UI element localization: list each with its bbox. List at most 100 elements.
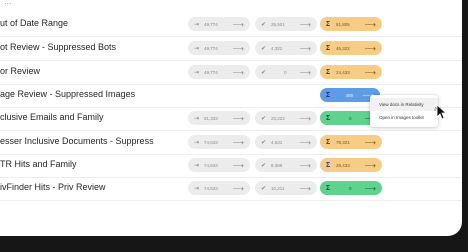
right-arrow-icon: ⟶ bbox=[232, 183, 244, 193]
right-arrow-icon: ⟶ bbox=[299, 43, 311, 53]
sigma-icon: Σ bbox=[326, 138, 331, 146]
check-count: 8,399 bbox=[271, 162, 283, 168]
login-arrow-icon: ⇥ bbox=[194, 21, 200, 28]
table-row[interactable]: ot Review - Suppressed Bots ⇥ 49,774 ⟶ ✔… bbox=[0, 37, 462, 61]
table-row[interactable]: TR Hits and Family ⇥ 74,633 ⟶ ✔ 8,399 ⟶ … bbox=[0, 154, 462, 178]
source-count-pill[interactable]: ⇥ 49,774 ⟶ bbox=[188, 65, 250, 79]
check-count: 10,211 bbox=[271, 185, 285, 191]
right-arrow-icon: ⟶ bbox=[232, 160, 244, 170]
source-count: 74,633 bbox=[204, 139, 218, 145]
right-arrow-icon: ⟶ bbox=[364, 67, 376, 77]
row-name: age Review - Suppressed Images bbox=[0, 89, 136, 99]
result-count-pill[interactable]: Σ 78,321 ⟶ bbox=[320, 135, 382, 149]
right-arrow-icon: ⟶ bbox=[364, 183, 376, 193]
mouse-pointer-icon bbox=[436, 104, 448, 120]
right-arrow-icon: ⟶ bbox=[299, 113, 311, 123]
sigma-icon: Σ bbox=[326, 68, 331, 76]
source-count: 74,633 bbox=[204, 185, 218, 191]
login-arrow-icon: ⇥ bbox=[194, 162, 200, 169]
login-arrow-icon: ⇥ bbox=[194, 139, 200, 146]
table-panel: ... ut of Date Range ⇥ 49,774 ⟶ ✔ 25,501… bbox=[0, 0, 462, 236]
source-count: 81,333 bbox=[204, 115, 218, 121]
result-count-pill[interactable]: Σ 0 ⟶ bbox=[320, 181, 382, 195]
sigma-icon: Σ bbox=[326, 20, 331, 28]
checkmark-icon: ✔ bbox=[261, 45, 267, 52]
row-name: ivFinder Hits - Priv Review bbox=[0, 182, 106, 192]
right-arrow-icon: ⟶ bbox=[232, 19, 244, 29]
right-arrow-icon: ⟶ bbox=[364, 19, 376, 29]
source-count-pill[interactable]: ⇥ 74,633 ⟶ bbox=[188, 158, 250, 172]
check-count: 4,531 bbox=[271, 139, 283, 145]
check-count-pill[interactable]: ✔ 4,322 ⟶ bbox=[255, 41, 317, 55]
check-count-pill[interactable]: ✔ 4,531 ⟶ bbox=[255, 135, 317, 149]
source-count-pill[interactable]: ⇥ 74,633 ⟶ bbox=[188, 181, 250, 195]
row-name: ut of Date Range bbox=[0, 18, 69, 28]
right-arrow-icon: ⟶ bbox=[299, 67, 311, 77]
result-count: 45,322 bbox=[336, 45, 350, 51]
row-name: TR Hits and Family bbox=[0, 159, 77, 169]
table-row[interactable]: esser Inclusive Documents - Suppress ⇥ 7… bbox=[0, 131, 462, 155]
login-arrow-icon: ⇥ bbox=[194, 69, 200, 76]
check-count-pill[interactable]: ✔ 10,211 ⟶ bbox=[255, 181, 317, 195]
checkmark-icon: ✔ bbox=[261, 21, 267, 28]
source-count: 74,633 bbox=[204, 162, 218, 168]
check-count: 23,222 bbox=[271, 115, 285, 121]
right-arrow-icon: ⟶ bbox=[364, 43, 376, 53]
table-row[interactable]: ivFinder Hits - Priv Review ⇥ 74,633 ⟶ ✔… bbox=[0, 177, 462, 201]
table-row[interactable]: ut of Date Range ⇥ 49,774 ⟶ ✔ 25,501 ⟶ Σ… bbox=[0, 13, 462, 37]
result-count: 0 bbox=[349, 185, 352, 191]
checkmark-icon: ✔ bbox=[261, 139, 267, 146]
sigma-icon: Σ bbox=[326, 161, 331, 169]
login-arrow-icon: ⇥ bbox=[194, 115, 200, 122]
sigma-icon: Σ bbox=[326, 184, 331, 192]
sigma-icon: Σ bbox=[326, 91, 331, 99]
right-arrow-icon: ⟶ bbox=[299, 137, 311, 147]
row-name: ot Review - Suppressed Bots bbox=[0, 42, 117, 52]
row-name: esser Inclusive Documents - Suppress bbox=[0, 136, 154, 146]
checkmark-icon: ✔ bbox=[261, 185, 267, 192]
result-count-pill[interactable]: Σ 81,805 ⟶ bbox=[320, 17, 382, 31]
right-arrow-icon: ⟶ bbox=[299, 160, 311, 170]
row-name: clusive Emails and Family bbox=[0, 112, 104, 122]
table-row[interactable]: or Review ⇥ 49,774 ⟶ ✔ 0 ⟶ Σ 24,433 ⟶ bbox=[0, 61, 462, 85]
right-arrow-icon: ⟶ bbox=[299, 19, 311, 29]
sigma-icon: Σ bbox=[326, 114, 331, 122]
result-count: 78,321 bbox=[336, 139, 350, 145]
checkmark-icon: ✔ bbox=[261, 69, 267, 76]
right-arrow-icon: ⟶ bbox=[232, 67, 244, 77]
sigma-icon: Σ bbox=[326, 44, 331, 52]
check-count: 0 bbox=[284, 69, 287, 75]
row-name: or Review bbox=[0, 66, 41, 76]
source-count-pill[interactable]: ⇥ 49,774 ⟶ bbox=[188, 17, 250, 31]
result-count: 81,805 bbox=[336, 21, 350, 27]
result-count: 29,433 bbox=[336, 162, 350, 168]
result-count-pill[interactable]: Σ 29,433 ⟶ bbox=[320, 158, 382, 172]
check-count: 4,322 bbox=[271, 45, 283, 51]
right-arrow-icon: ⟶ bbox=[299, 183, 311, 193]
result-count: 489 bbox=[345, 92, 354, 98]
check-count-pill[interactable]: ✔ 8,399 ⟶ bbox=[255, 158, 317, 172]
source-count: 49,774 bbox=[204, 21, 218, 27]
right-arrow-icon: ⟶ bbox=[232, 43, 244, 53]
source-count: 49,774 bbox=[204, 45, 218, 51]
truncated-header: ... bbox=[4, 0, 12, 6]
menu-item-view-docs-in-relativity[interactable]: View docs in Relativity bbox=[370, 98, 438, 111]
check-count: 25,501 bbox=[271, 21, 285, 27]
result-count-pill[interactable]: Σ 45,322 ⟶ bbox=[320, 41, 382, 55]
source-count-pill[interactable]: ⇥ 81,333 ⟶ bbox=[188, 111, 250, 125]
menu-item-open-in-images-toolkit[interactable]: Open in Images toolkit bbox=[370, 111, 438, 124]
checkmark-icon: ✔ bbox=[261, 115, 267, 122]
right-arrow-icon: ⟶ bbox=[232, 137, 244, 147]
check-count-pill[interactable]: ✔ 0 ⟶ bbox=[255, 65, 317, 79]
result-count: 0 bbox=[349, 115, 352, 121]
right-arrow-icon: ⟶ bbox=[364, 160, 376, 170]
source-count-pill[interactable]: ⇥ 49,774 ⟶ bbox=[188, 41, 250, 55]
source-count: 49,774 bbox=[204, 69, 218, 75]
source-count-pill[interactable]: ⇥ 74,633 ⟶ bbox=[188, 135, 250, 149]
check-count-pill[interactable]: ✔ 25,501 ⟶ bbox=[255, 17, 317, 31]
context-menu: View docs in Relativity Open in Images t… bbox=[370, 95, 438, 127]
result-count-pill[interactable]: Σ 24,433 ⟶ bbox=[320, 65, 382, 79]
right-arrow-icon: ⟶ bbox=[232, 113, 244, 123]
result-count: 24,433 bbox=[336, 69, 350, 75]
check-count-pill[interactable]: ✔ 23,222 ⟶ bbox=[255, 111, 317, 125]
